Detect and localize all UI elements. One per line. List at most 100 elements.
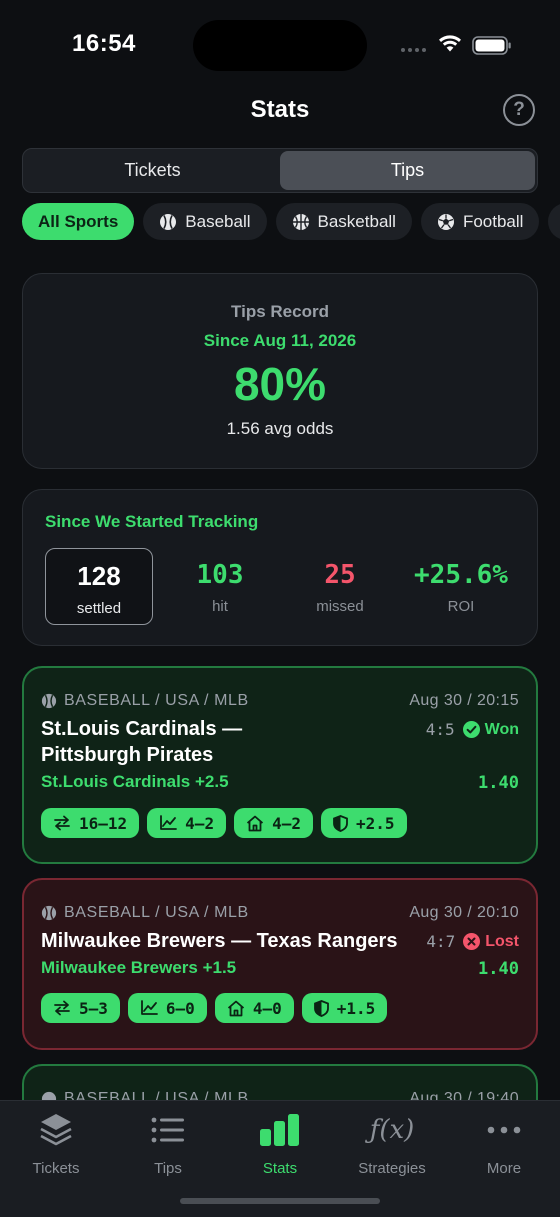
stat-label: ROI bbox=[447, 598, 475, 615]
baseball-icon bbox=[160, 213, 177, 230]
league-label: BASEBALL / USA / MLB bbox=[64, 692, 249, 709]
stat-value: +25.6% bbox=[414, 560, 508, 590]
help-button[interactable]: ? bbox=[503, 94, 535, 126]
x-circle-icon bbox=[463, 933, 481, 950]
chip-label: Basketball bbox=[317, 211, 396, 231]
status-time: 16:54 bbox=[72, 30, 136, 57]
record-since: Since Aug 11, 2026 bbox=[203, 331, 357, 350]
tips-record-card: Tips Record Since Aug 11, 2026 80% 1.56 … bbox=[22, 273, 538, 469]
stat-value: 103 bbox=[196, 560, 244, 590]
tab-label: Tips bbox=[154, 1160, 182, 1177]
tip-match: St.Louis Cardinals — Pittsburgh Pirates bbox=[41, 716, 242, 768]
tip-card[interactable]: BASEBALL / USA / MLB Aug 30 / 20:15 St.L… bbox=[22, 666, 538, 864]
chip-label: All Sports bbox=[38, 211, 119, 231]
badge-value: 5–3 bbox=[79, 998, 108, 1018]
segment-tickets[interactable]: Tickets bbox=[25, 151, 280, 190]
tab-label: Strategies bbox=[358, 1160, 426, 1177]
form-badge: 4–2 bbox=[147, 808, 227, 838]
chip-baseball[interactable]: Baseball bbox=[143, 203, 267, 240]
tip-badges: 16–12 4–2 4–2 +2.5 bbox=[41, 808, 407, 838]
stat-label: hit bbox=[212, 598, 228, 615]
match-line: St.Louis Cardinals — bbox=[41, 718, 243, 740]
badge-value: +1.5 bbox=[336, 998, 376, 1018]
tip-score: 4:7 Lost bbox=[426, 932, 519, 951]
home-badge: 4–0 bbox=[214, 993, 294, 1023]
tab-more[interactable]: More bbox=[448, 1111, 560, 1177]
tickets-tips-segmented-control: Tickets Tips bbox=[22, 148, 538, 193]
form-badge: 6–0 bbox=[127, 993, 207, 1023]
shield-icon bbox=[313, 999, 329, 1017]
help-icon: ? bbox=[513, 99, 525, 120]
chip-label: Football bbox=[462, 211, 524, 231]
result-label: Lost bbox=[485, 932, 519, 950]
stat-label: missed bbox=[316, 598, 364, 615]
stat-settled[interactable]: 128 settled bbox=[45, 548, 153, 625]
tip-odds: 1.40 bbox=[478, 959, 519, 979]
tip-date: Aug 30 / 20:10 bbox=[409, 904, 519, 921]
wifi-icon bbox=[439, 35, 461, 52]
chip-label: Baseball bbox=[185, 211, 251, 231]
stat-label: settled bbox=[76, 600, 122, 617]
segment-tips[interactable]: Tips bbox=[280, 151, 535, 190]
tip-league: BASEBALL / USA / MLB bbox=[41, 692, 249, 710]
function-icon: ƒ(x) bbox=[369, 1115, 415, 1145]
badge-value: 4–2 bbox=[185, 813, 215, 833]
stat-value: 128 bbox=[77, 561, 121, 591]
stat-roi[interactable]: +25.6% ROI bbox=[406, 548, 516, 625]
chip-basketball[interactable]: Basketball bbox=[275, 203, 412, 240]
tip-match: Milwaukee Brewers — Texas Rangers bbox=[41, 928, 397, 954]
chip-football[interactable]: Football bbox=[420, 203, 540, 240]
home-badge: 4–2 bbox=[234, 808, 313, 838]
match-line: Milwaukee Brewers — Texas Rangers bbox=[41, 930, 398, 952]
football-icon bbox=[437, 213, 454, 230]
tip-card[interactable]: BASEBALL / USA / MLB Aug 30 / 20:10 Milw… bbox=[22, 878, 538, 1050]
stat-missed[interactable]: 25 missed bbox=[286, 548, 394, 625]
basketball-icon bbox=[292, 213, 309, 230]
tip-pick: St.Louis Cardinals +2.5 bbox=[41, 772, 229, 791]
tip-score: 4:5 Won bbox=[426, 720, 519, 739]
home-indicator[interactable] bbox=[180, 1198, 380, 1204]
tip-date: Aug 30 / 20:15 bbox=[409, 692, 519, 709]
chip-all-sports[interactable]: All Sports bbox=[22, 203, 135, 240]
score-value: 4:7 bbox=[426, 932, 456, 951]
swap-icon bbox=[54, 815, 70, 831]
tip-badges: 5–3 6–0 4–0 +1.5 bbox=[41, 993, 388, 1023]
record-label: Tips Record bbox=[231, 302, 329, 321]
badge-value: 4–2 bbox=[272, 813, 301, 833]
check-circle-icon bbox=[462, 721, 480, 738]
trend-icon bbox=[160, 815, 178, 830]
tip-odds: 1.40 bbox=[478, 773, 519, 793]
tab-strategies[interactable]: ƒ(x) Strategies bbox=[336, 1111, 448, 1177]
tracking-title: Since We Started Tracking bbox=[45, 512, 259, 531]
stat-hit[interactable]: 103 hit bbox=[166, 548, 274, 625]
tab-tickets[interactable]: Tickets bbox=[0, 1111, 112, 1177]
league-label: BASEBALL / USA / MLB bbox=[64, 904, 249, 921]
badge-value: 16–12 bbox=[79, 813, 128, 833]
sport-filter-chips: All Sports Baseball Basketball Football bbox=[22, 203, 560, 240]
home-icon bbox=[246, 815, 264, 831]
bar-chart-icon bbox=[260, 1114, 299, 1146]
tab-tips[interactable]: Tips bbox=[112, 1111, 224, 1177]
signal-icon bbox=[401, 48, 426, 52]
h2h-badge: 5–3 bbox=[41, 993, 120, 1023]
tab-label: Tickets bbox=[32, 1160, 80, 1177]
chip-overflow[interactable] bbox=[548, 203, 560, 240]
tab-label: Stats bbox=[262, 1160, 298, 1177]
more-icon bbox=[487, 1126, 521, 1134]
result-label: Won bbox=[484, 720, 519, 738]
handicap-badge: +1.5 bbox=[301, 993, 388, 1023]
tab-stats[interactable]: Stats bbox=[224, 1111, 336, 1177]
baseball-icon bbox=[41, 693, 57, 709]
result-badge: Lost bbox=[463, 933, 519, 951]
shield-icon bbox=[333, 814, 348, 832]
h2h-badge: 16–12 bbox=[41, 808, 140, 838]
tip-league: BASEBALL / USA / MLB bbox=[41, 904, 249, 922]
battery-icon bbox=[472, 36, 511, 55]
stat-value: 25 bbox=[324, 560, 356, 590]
record-avg-odds: 1.56 avg odds bbox=[226, 419, 334, 438]
record-percent: 80% bbox=[233, 358, 327, 410]
stack-icon bbox=[40, 1114, 72, 1146]
swap-icon bbox=[54, 1000, 70, 1016]
tracking-card: Since We Started Tracking 128 settled 10… bbox=[22, 489, 538, 646]
result-badge: Won bbox=[462, 720, 519, 739]
